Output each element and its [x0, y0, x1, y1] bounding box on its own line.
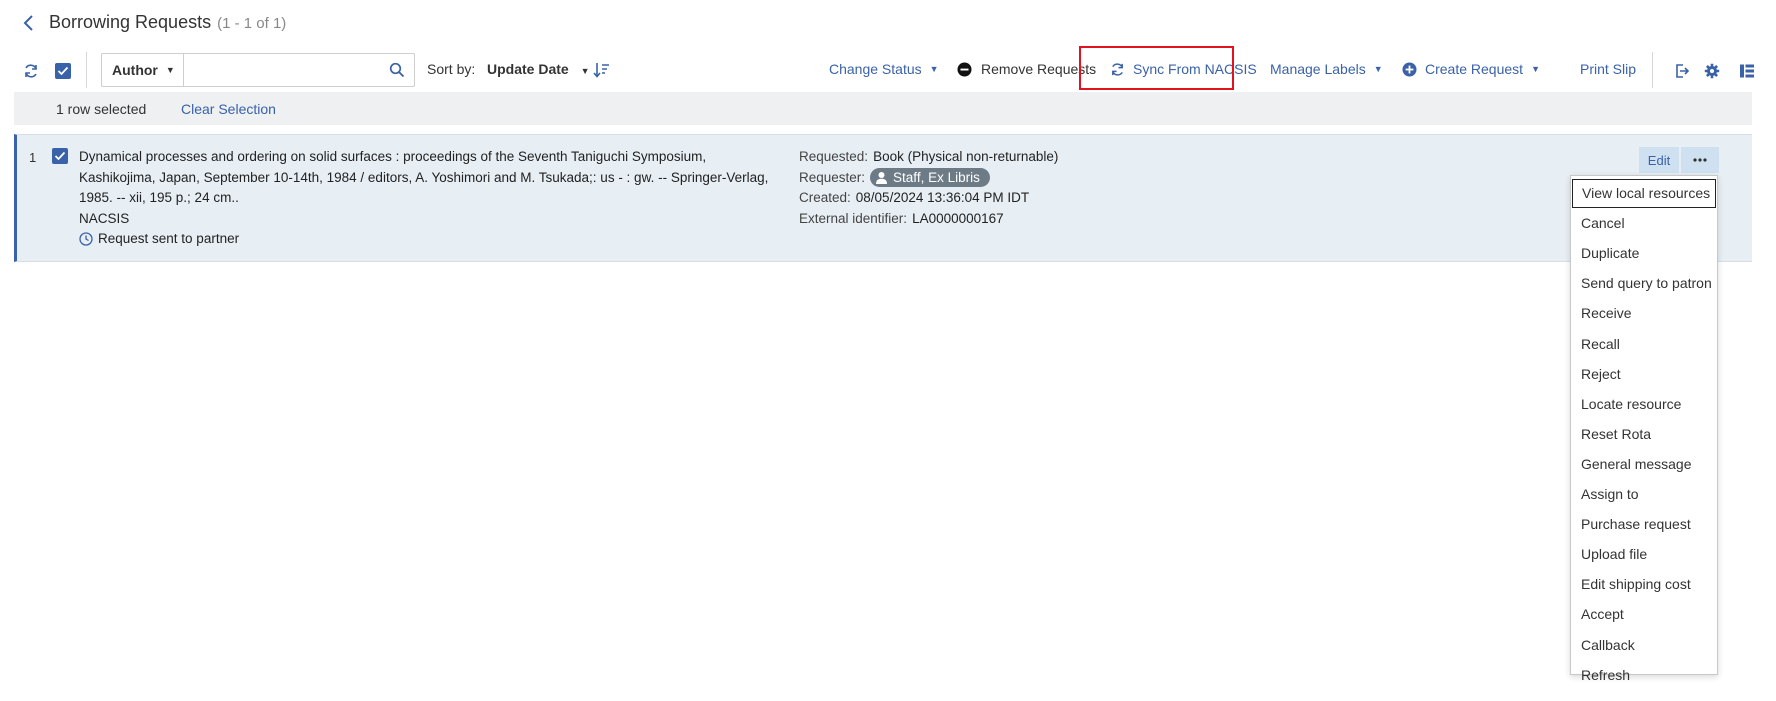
menu-item-refresh[interactable]: Refresh: [1571, 661, 1717, 690]
menu-item-recall[interactable]: Recall: [1571, 330, 1717, 359]
clear-selection-link[interactable]: Clear Selection: [181, 101, 276, 117]
requester-field: Requester: Staff, Ex Libris: [799, 168, 1359, 189]
row-checkbox[interactable]: [52, 148, 68, 164]
manage-labels-button[interactable]: Manage Labels ▼: [1270, 61, 1383, 77]
row-actions-button[interactable]: [1681, 147, 1719, 173]
external-identifier-value: LA0000000167: [912, 210, 1004, 226]
minus-circle-icon: [957, 62, 972, 76]
plus-circle-icon: [1402, 62, 1417, 76]
menu-item-upload-file[interactable]: Upload file: [1571, 540, 1717, 569]
menu-item-purchase-request[interactable]: Purchase request: [1571, 510, 1717, 539]
remove-requests-button[interactable]: Remove Requests: [957, 61, 1096, 77]
caret-down-icon: ▼: [1531, 64, 1540, 74]
export-button[interactable]: [1671, 60, 1693, 82]
created-value: 08/05/2024 13:36:04 PM IDT: [855, 190, 1030, 205]
search-input[interactable]: [183, 54, 381, 86]
search-bar: Author ▼: [101, 53, 415, 87]
request-title[interactable]: Dynamical processes and ordering on soli…: [79, 147, 769, 209]
menu-item-cancel[interactable]: Cancel: [1571, 209, 1717, 238]
menu-item-reject[interactable]: Reject: [1571, 360, 1717, 389]
select-all-checkbox[interactable]: [52, 60, 74, 82]
caret-down-icon: ▼: [1373, 64, 1383, 74]
create-request-button[interactable]: Create Request ▼: [1402, 61, 1540, 77]
menu-item-duplicate[interactable]: Duplicate: [1571, 239, 1717, 268]
refresh-button[interactable]: [20, 60, 42, 82]
edit-button[interactable]: Edit: [1639, 147, 1679, 173]
menu-item-accept[interactable]: Accept: [1571, 600, 1717, 629]
external-identifier-label: External identifier:: [799, 210, 908, 226]
toolbar-divider: [1652, 52, 1653, 88]
menu-item-callback[interactable]: Callback: [1571, 631, 1717, 660]
page-title-text: Borrowing Requests: [49, 12, 212, 32]
menu-item-locate-resource[interactable]: Locate resource: [1571, 390, 1717, 419]
user-icon: [876, 172, 888, 185]
more-horizontal-icon: [1693, 158, 1707, 162]
result-count: (1 - 1 of 1): [217, 15, 287, 32]
menu-item-edit-shipping-cost[interactable]: Edit shipping cost: [1571, 570, 1717, 599]
toolbar: Author ▼ Sort by: Update Date ▼ Change S…: [14, 48, 1766, 92]
search-button[interactable]: [381, 54, 414, 86]
caret-down-icon: ▼: [165, 65, 175, 75]
request-status-text: Request sent to partner: [98, 231, 240, 246]
menu-item-view-local-resources[interactable]: View local resources: [1572, 179, 1716, 208]
caret-down-icon: ▼: [929, 64, 939, 74]
chevron-left-icon: [23, 15, 33, 31]
search-field-label: Author: [112, 62, 158, 78]
selection-count: 1 row selected: [56, 101, 147, 117]
requester-label: Requester:: [799, 169, 866, 185]
sort-descending-icon: [593, 63, 609, 78]
menu-item-receive[interactable]: Receive: [1571, 299, 1717, 328]
sort-field-select[interactable]: Update Date ▼: [487, 61, 590, 77]
created-field: Created: 08/05/2024 13:36:04 PM IDT: [799, 188, 1359, 209]
settings-button[interactable]: [1701, 60, 1723, 82]
request-status: Request sent to partner: [79, 229, 769, 250]
request-title-block: Dynamical processes and ordering on soli…: [79, 147, 769, 250]
external-identifier-field: External identifier: LA0000000167: [799, 209, 1359, 230]
create-request-label: Create Request: [1425, 61, 1524, 77]
caret-down-icon: ▼: [580, 66, 590, 76]
print-slip-label: Print Slip: [1580, 61, 1637, 77]
back-button[interactable]: [20, 12, 38, 34]
row-actions-menu: View local resources Cancel Duplicate Send …: [1570, 175, 1718, 683]
requested-field: Requested: Book (Physical non-returnable…: [799, 147, 1359, 168]
requester-name: Staff, Ex Libris: [893, 169, 980, 185]
created-label: Created:: [799, 190, 851, 205]
menu-item-send-query-to-patron[interactable]: Send query to patron: [1571, 269, 1717, 298]
layout-toggle-button[interactable]: [1736, 60, 1758, 82]
clock-icon: [79, 232, 93, 246]
toolbar-divider: [86, 52, 87, 88]
menu-item-general-message[interactable]: General message: [1571, 450, 1717, 479]
requested-label: Requested:: [799, 149, 869, 164]
requested-value: Book (Physical non-returnable): [873, 149, 1059, 164]
sort-direction-button[interactable]: [592, 60, 612, 80]
row-index: 1: [29, 150, 37, 165]
selection-bar: 1 row selected Clear Selection: [14, 92, 1752, 125]
sort-label: Sort by:: [427, 61, 476, 77]
export-icon: [1676, 64, 1690, 78]
change-status-label: Change Status: [829, 61, 922, 77]
request-source: NACSIS: [79, 210, 130, 226]
search-field-select[interactable]: Author ▼: [102, 54, 184, 86]
page-title: Borrowing Requests (1 - 1 of 1): [49, 12, 286, 33]
refresh-icon: [25, 64, 37, 78]
search-icon: [390, 62, 405, 78]
menu-item-reset-rota[interactable]: Reset Rota: [1571, 420, 1717, 449]
change-status-button[interactable]: Change Status ▼: [829, 61, 939, 77]
print-slip-button[interactable]: Print Slip: [1580, 61, 1636, 77]
table-row[interactable]: 1 Dynamical processes and ordering on so…: [14, 134, 1752, 262]
checkbox-checked-icon: [55, 63, 71, 79]
gear-icon: [1704, 63, 1720, 79]
checkbox-checked-icon: [52, 148, 68, 164]
manage-labels-label: Manage Labels: [1270, 61, 1366, 77]
table-layout-icon: [1740, 64, 1754, 78]
request-meta: Requested: Book (Physical non-returnable…: [799, 147, 1359, 229]
menu-item-assign-to[interactable]: Assign to: [1571, 480, 1717, 509]
sort-field-value: Update Date: [487, 61, 569, 77]
requester-chip[interactable]: Staff, Ex Libris: [870, 168, 990, 188]
sync-highlight-box: [1079, 46, 1234, 90]
